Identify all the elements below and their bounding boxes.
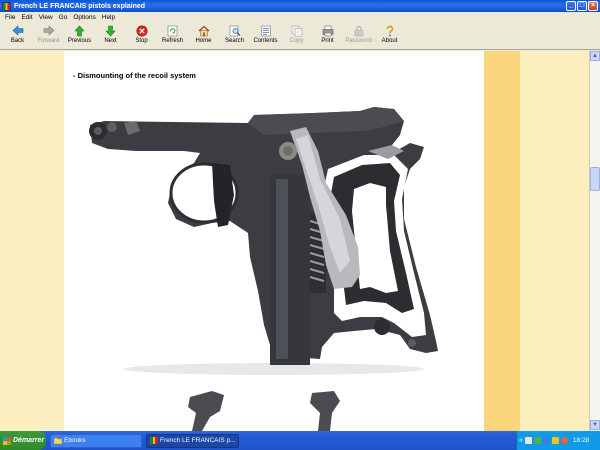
back-button[interactable]: Back — [2, 22, 33, 49]
media-icon[interactable] — [560, 437, 568, 444]
content-area: - Dismounting of the recoil system — [0, 51, 589, 431]
minimize-button[interactable]: _ — [566, 1, 576, 11]
start-button[interactable]: Démarrer — [0, 431, 46, 450]
task-ebooks[interactable]: Ebooks — [50, 433, 142, 448]
monitor-icon[interactable] — [542, 437, 550, 444]
task-french-ebook[interactable]: French LE FRANCAIS p... — [146, 433, 239, 448]
task-french-label: French LE FRANCAIS p... — [160, 437, 236, 444]
home-label: Home — [195, 38, 212, 44]
forward-button[interactable]: Forward — [33, 22, 64, 49]
stop-icon — [135, 24, 149, 37]
clock[interactable]: 18:28 — [573, 437, 589, 444]
page-body: - Dismounting of the recoil system — [64, 51, 484, 431]
menu-bar: File Edit View Go Options Help — [0, 12, 600, 22]
taskbar: Démarrer Ebooks French LE FRANCAIS p... … — [0, 431, 600, 450]
refresh-button[interactable]: Refresh — [157, 22, 188, 49]
pistol-frame-photo — [89, 107, 438, 431]
menu-go[interactable]: Go — [56, 14, 71, 21]
refresh-icon — [166, 24, 180, 37]
print-label: Print — [321, 38, 334, 44]
previous-label: Previous — [67, 38, 92, 44]
contents-label: Contents — [253, 38, 278, 44]
print-button[interactable]: Print — [312, 22, 343, 49]
task-ebooks-label: Ebooks — [64, 437, 86, 444]
password-label: Password — [345, 38, 372, 44]
copy-label: Copy — [289, 38, 304, 44]
title-bar[interactable]: French LE FRANCAIS pistols explained _ □… — [0, 0, 600, 12]
menu-file[interactable]: File — [2, 14, 18, 21]
menu-edit[interactable]: Edit — [18, 14, 35, 21]
back-arrow-icon — [11, 24, 25, 37]
menu-help[interactable]: Help — [99, 14, 118, 21]
copy-button[interactable]: Copy — [281, 22, 312, 49]
about-icon — [383, 24, 397, 37]
search-label: Search — [224, 38, 244, 44]
window-controls: _ □ × — [566, 1, 598, 11]
back-label: Back — [10, 38, 25, 44]
scroll-up-arrow[interactable]: ▲ — [590, 51, 600, 61]
scroll-thumb[interactable] — [590, 167, 600, 191]
forward-arrow-icon — [42, 24, 56, 37]
next-button[interactable]: Next — [95, 22, 126, 49]
home-icon — [197, 24, 211, 37]
forward-label: Forward — [37, 38, 60, 44]
previous-arrow-icon — [73, 24, 87, 37]
folder-icon — [54, 437, 62, 444]
toolbar: Back Forward Previous Next Stop Refresh … — [0, 22, 600, 50]
next-label: Next — [104, 38, 117, 44]
copy-icon — [290, 24, 304, 37]
search-icon — [228, 24, 242, 37]
system-tray: « 18:28 — [516, 431, 600, 450]
stop-button[interactable]: Stop — [126, 22, 157, 49]
vertical-scrollbar[interactable]: ▲ ▼ — [589, 51, 600, 431]
tray-expand-button[interactable]: « — [519, 437, 523, 444]
previous-button[interactable]: Previous — [64, 22, 95, 49]
ebook-icon — [150, 437, 158, 444]
contents-icon — [259, 24, 273, 37]
menu-options[interactable]: Options — [70, 14, 98, 21]
password-icon — [352, 24, 366, 37]
print-icon — [321, 24, 335, 37]
close-button[interactable]: × — [588, 1, 598, 11]
maximize-button[interactable]: □ — [577, 1, 587, 11]
menu-view[interactable]: View — [36, 14, 56, 21]
about-button[interactable]: About — [374, 22, 405, 49]
windows-logo-icon — [3, 436, 11, 445]
network-icon[interactable] — [524, 437, 532, 444]
next-arrow-icon — [104, 24, 118, 37]
left-margin — [0, 51, 64, 431]
search-button[interactable]: Search — [219, 22, 250, 49]
security-icon[interactable] — [533, 437, 541, 444]
window-title: French LE FRANCAIS pistols explained — [14, 2, 146, 10]
start-label: Démarrer — [13, 437, 45, 444]
right-margin — [520, 51, 589, 431]
alert-icon[interactable] — [551, 437, 559, 444]
scroll-down-arrow[interactable]: ▼ — [590, 420, 600, 430]
app-icon — [2, 1, 11, 11]
home-button[interactable]: Home — [188, 22, 219, 49]
contents-button[interactable]: Contents — [250, 22, 281, 49]
refresh-label: Refresh — [161, 38, 183, 44]
stop-label: Stop — [135, 38, 148, 44]
app-window: French LE FRANCAIS pistols explained _ □… — [0, 0, 600, 431]
decorative-stripe — [484, 51, 520, 431]
password-button[interactable]: Password — [343, 22, 374, 49]
about-label: About — [381, 38, 398, 44]
